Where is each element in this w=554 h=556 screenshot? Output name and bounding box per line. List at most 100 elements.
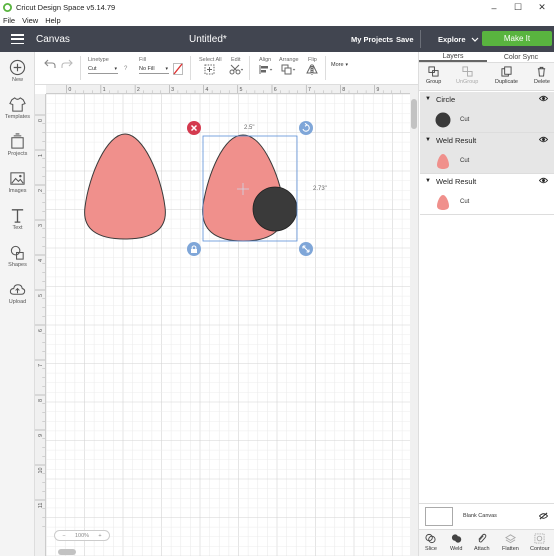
delete-label: Delete bbox=[534, 79, 550, 85]
layer-group-weld-result-2[interactable]: ▼ Weld Result Cut bbox=[420, 174, 554, 215]
machine-selector[interactable]: Explore bbox=[438, 35, 479, 44]
align-icon[interactable] bbox=[259, 64, 273, 75]
rotate-handle[interactable] bbox=[299, 121, 313, 135]
group-button[interactable]: Group bbox=[426, 66, 441, 85]
weld-icon bbox=[451, 534, 461, 543]
delete-button[interactable]: Delete bbox=[534, 66, 550, 85]
lock-proportion-handle[interactable] bbox=[187, 242, 201, 256]
sidebar-item-label: Upload bbox=[8, 299, 27, 305]
arrange-label: Arrange bbox=[279, 57, 299, 63]
design-canvas[interactable]: 0123456789 0 1 2 3 4 5 6 7 8 9 10 11 2.5… bbox=[35, 85, 418, 556]
slice-icon bbox=[425, 533, 436, 544]
sidebar-item-new[interactable]: New bbox=[0, 59, 35, 83]
weld-result-shape-left[interactable] bbox=[84, 133, 166, 240]
attach-button[interactable]: Attach bbox=[474, 533, 490, 552]
layer-item[interactable]: Cut bbox=[434, 193, 469, 211]
blank-canvas-layer[interactable]: Blank Canvas bbox=[419, 503, 554, 529]
canvas-objects: 2.5" 2.73" bbox=[84, 121, 327, 256]
linetype-select[interactable]: Cut ▾ bbox=[88, 65, 118, 74]
header-divider bbox=[420, 30, 421, 48]
my-projects-button[interactable]: My Projects bbox=[351, 35, 393, 44]
redo-icon[interactable] bbox=[61, 59, 73, 69]
layer-actions: Group UnGroup Duplicate Delete bbox=[419, 63, 554, 91]
edit-toolbar: Linetype Cut ▾ ? Fill No Fill ▾ Select A… bbox=[35, 52, 418, 85]
sidebar-item-upload[interactable]: Upload bbox=[0, 281, 35, 305]
layer-item[interactable]: Cut bbox=[434, 152, 469, 170]
undo-icon[interactable] bbox=[44, 59, 56, 69]
layer-item-label: Cut bbox=[460, 117, 470, 123]
circle-shape[interactable] bbox=[252, 186, 298, 232]
sidebar-item-projects[interactable]: Projects bbox=[0, 133, 35, 157]
chevron-down-icon bbox=[471, 37, 478, 42]
sidebar-item-templates[interactable]: Templates bbox=[0, 96, 35, 120]
width-dimension-label: 2.5" bbox=[244, 125, 254, 131]
more-button[interactable]: More ▾ bbox=[331, 62, 348, 68]
chevron-down-icon: ▾ bbox=[345, 62, 349, 68]
sidebar-item-text[interactable]: Text bbox=[0, 207, 35, 231]
sidebar-item-images[interactable]: Images bbox=[0, 170, 35, 194]
sidebar-item-shapes[interactable]: Shapes bbox=[0, 244, 35, 268]
menu-view[interactable]: View bbox=[22, 16, 38, 25]
layer-group-circle[interactable]: ▼ Circle Cut bbox=[420, 92, 554, 133]
resize-handle[interactable] bbox=[299, 242, 313, 256]
delete-handle[interactable] bbox=[187, 121, 201, 135]
height-dimension-label: 2.73" bbox=[313, 186, 327, 192]
make-it-button[interactable]: Make It bbox=[482, 31, 552, 46]
duplicate-button[interactable]: Duplicate bbox=[495, 66, 518, 85]
canvas-label: Canvas bbox=[36, 33, 70, 45]
menu-file[interactable]: File bbox=[3, 16, 15, 25]
fill-select[interactable]: No Fill ▾ bbox=[139, 65, 169, 74]
tab-color-sync[interactable]: Color Sync bbox=[487, 52, 554, 62]
scrollbar-thumb[interactable] bbox=[411, 99, 417, 129]
close-window-button[interactable]: ✕ bbox=[530, 0, 554, 15]
left-sidebar: New Templates Projects Images Text Shape… bbox=[0, 52, 35, 556]
vertical-scrollbar[interactable] bbox=[410, 85, 418, 556]
zoom-in-button[interactable]: + bbox=[91, 533, 109, 539]
window-title: Cricut Design Space v5.14.79 bbox=[16, 3, 116, 12]
zoom-control: − 100% + bbox=[54, 530, 110, 541]
flatten-button[interactable]: Flatten bbox=[502, 533, 519, 552]
contour-button[interactable]: Contour bbox=[530, 533, 550, 552]
scissors-icon[interactable] bbox=[229, 64, 243, 75]
toolbar-divider bbox=[80, 56, 81, 80]
minimize-button[interactable]: – bbox=[482, 0, 506, 15]
layer-thumbnail bbox=[434, 152, 452, 170]
tab-layers[interactable]: Layers bbox=[419, 52, 487, 62]
blank-canvas-swatch[interactable] bbox=[425, 507, 453, 526]
ungroup-button[interactable]: UnGroup bbox=[456, 66, 478, 85]
caret-down-icon[interactable]: ▼ bbox=[425, 137, 431, 143]
visibility-eye-icon[interactable] bbox=[539, 95, 548, 102]
flip-label: Flip bbox=[308, 57, 317, 63]
duplicate-icon bbox=[501, 66, 512, 77]
sidebar-item-label: Templates bbox=[4, 114, 31, 120]
blank-canvas-label: Blank Canvas bbox=[463, 513, 497, 519]
flip-icon[interactable] bbox=[306, 64, 320, 75]
contour-icon bbox=[534, 533, 545, 544]
flatten-icon bbox=[504, 534, 516, 544]
hidden-eye-icon[interactable] bbox=[539, 512, 548, 520]
text-icon bbox=[11, 209, 24, 223]
zoom-out-button[interactable]: − bbox=[55, 533, 73, 539]
layer-item[interactable]: Cut bbox=[434, 111, 469, 129]
caret-down-icon[interactable]: ▼ bbox=[425, 178, 431, 184]
arrange-icon[interactable] bbox=[281, 64, 297, 75]
caret-down-icon[interactable]: ▼ bbox=[425, 96, 431, 102]
maximize-button[interactable]: ☐ bbox=[506, 0, 530, 15]
linetype-help-icon[interactable]: ? bbox=[124, 66, 127, 72]
slice-button[interactable]: Slice bbox=[425, 533, 437, 552]
no-fill-swatch-icon[interactable] bbox=[173, 63, 183, 75]
horizontal-scrollbar-thumb[interactable] bbox=[58, 549, 76, 555]
flatten-label: Flatten bbox=[502, 546, 519, 552]
visibility-eye-icon[interactable] bbox=[539, 136, 548, 143]
hamburger-menu-icon[interactable] bbox=[11, 34, 24, 44]
weld-button[interactable]: Weld bbox=[450, 533, 462, 552]
menu-bar: File View Help bbox=[0, 15, 554, 26]
visibility-eye-icon[interactable] bbox=[539, 177, 548, 184]
save-button[interactable]: Save bbox=[396, 35, 414, 44]
select-all-label: Select All bbox=[199, 57, 222, 63]
select-all-icon[interactable] bbox=[204, 64, 215, 75]
layer-group-weld-result-1[interactable]: ▼ Weld Result Cut bbox=[420, 133, 554, 174]
layers-panel: Layers Color Sync Group UnGroup Duplicat… bbox=[418, 52, 554, 556]
sidebar-item-label: Projects bbox=[7, 151, 28, 157]
menu-help[interactable]: Help bbox=[45, 16, 60, 25]
